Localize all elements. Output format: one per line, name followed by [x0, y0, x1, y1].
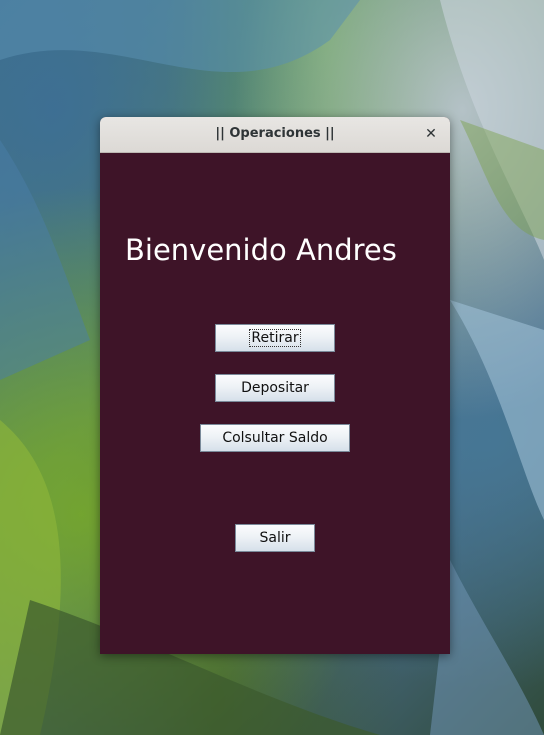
window-titlebar[interactable]: || Operaciones || ✕ [100, 117, 450, 153]
depositar-button[interactable]: Depositar [215, 374, 335, 402]
depositar-button-label: Depositar [241, 380, 309, 396]
close-icon[interactable]: ✕ [420, 123, 442, 145]
consultar-saldo-button-label: Colsultar Saldo [222, 430, 328, 446]
salir-button[interactable]: Salir [235, 524, 315, 552]
welcome-heading: Bienvenido Andres [125, 233, 397, 267]
retirar-button-label: Retirar [249, 329, 301, 347]
window-title: || Operaciones || [215, 126, 335, 141]
retirar-button[interactable]: Retirar [215, 324, 335, 352]
salir-button-label: Salir [259, 530, 291, 546]
operaciones-window: || Operaciones || ✕ Bienvenido Andres Re… [100, 117, 450, 654]
consultar-saldo-button[interactable]: Colsultar Saldo [200, 424, 350, 452]
